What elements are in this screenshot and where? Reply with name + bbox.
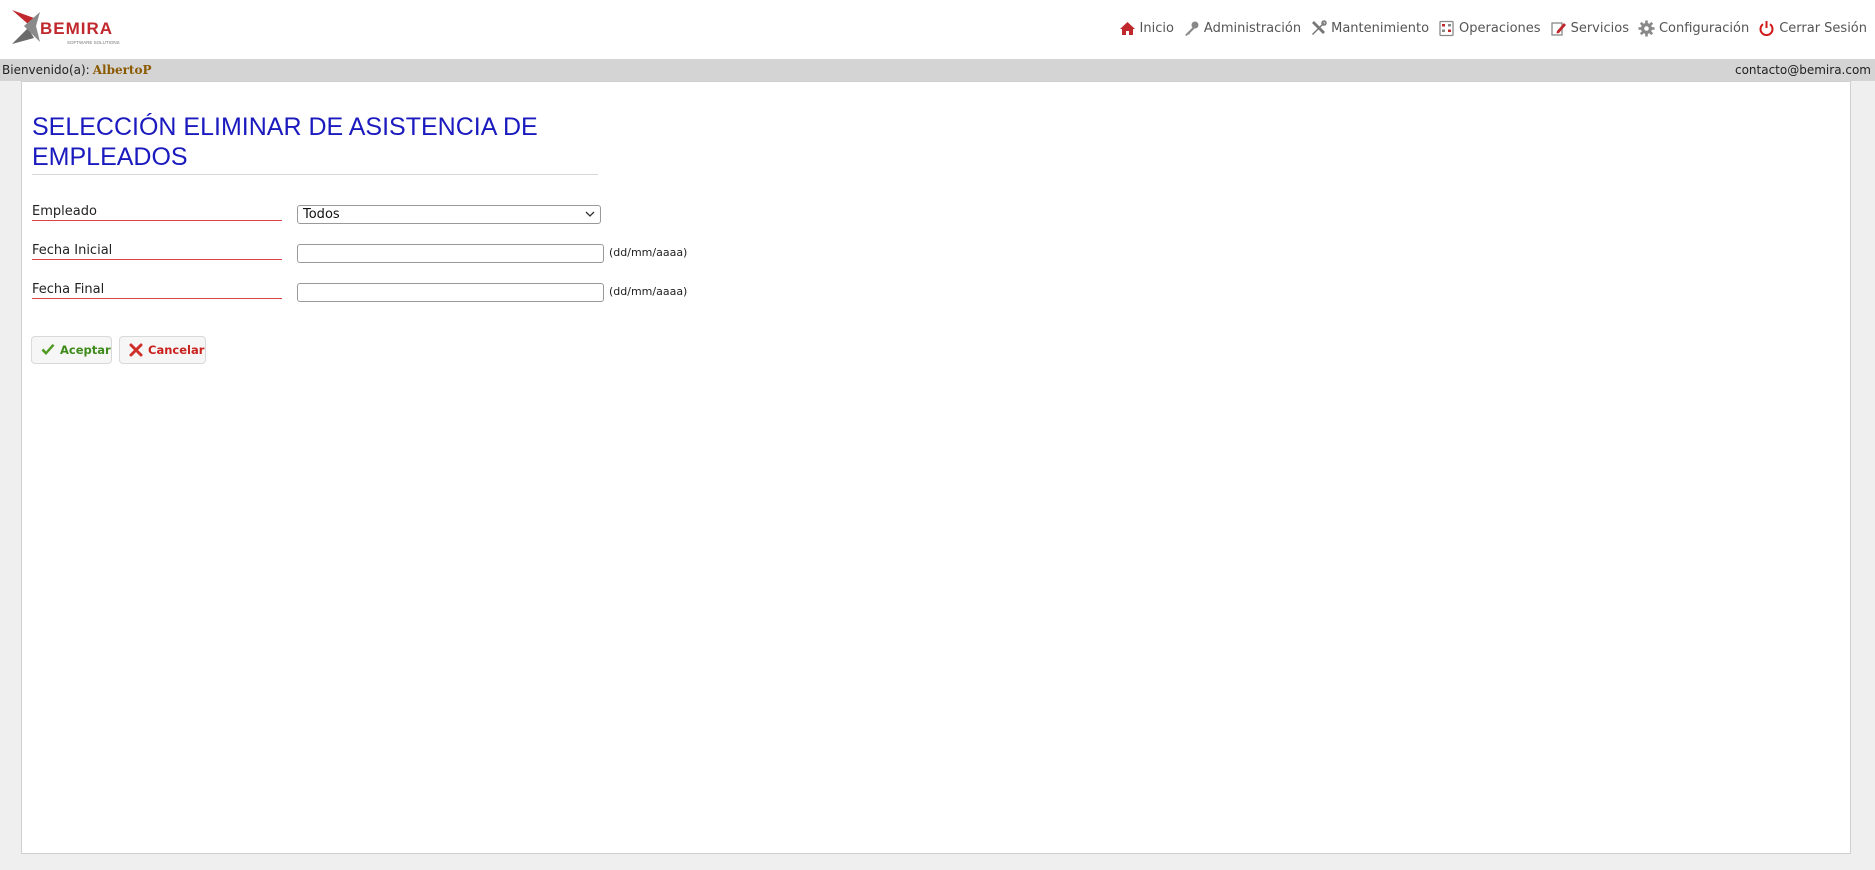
nav-operaciones-label: Operaciones — [1459, 20, 1541, 36]
empleado-select[interactable]: Todos — [297, 205, 601, 224]
main-panel: SELECCIÓN ELIMINAR DE ASISTENCIA DE EMPL… — [21, 81, 1851, 854]
nav-servicios[interactable]: Servicios — [1550, 20, 1629, 37]
top-bar: BEMIRA SOFTWARE SOLUTIONS Inicio Adminis… — [0, 0, 1875, 59]
contact-email: contacto@bemira.com — [1734, 63, 1871, 77]
svg-text:SOFTWARE SOLUTIONS: SOFTWARE SOLUTIONS — [67, 40, 120, 45]
main-nav: Inicio Administración Mantenimiento Oper… — [1110, 18, 1867, 38]
nav-mantenimiento-label: Mantenimiento — [1331, 20, 1430, 36]
welcome-message: Bienvenido(a): AlbertoP — [2, 63, 152, 77]
nav-inicio-label: Inicio — [1139, 20, 1174, 36]
fecha-inicial-label: Fecha Inicial — [32, 243, 282, 260]
tools-icon — [1310, 19, 1327, 37]
chevron-down-icon — [584, 208, 596, 220]
welcome-prefix: Bienvenido(a): — [2, 63, 90, 77]
nav-administracion[interactable]: Administración — [1183, 20, 1301, 37]
power-icon — [1758, 20, 1775, 37]
username: AlbertoP — [92, 63, 152, 77]
fecha-inicial-format-hint: (dd/mm/aaaa) — [609, 246, 688, 259]
nav-inicio[interactable]: Inicio — [1119, 20, 1174, 37]
nav-configuracion-label: Configuración — [1658, 20, 1750, 36]
nav-cerrar-sesion-label: Cerrar Sesión — [1779, 20, 1867, 36]
cancel-button-label: Cancelar — [148, 343, 205, 357]
key-icon — [1183, 20, 1200, 37]
svg-text:BEMIRA: BEMIRA — [40, 19, 113, 38]
gear-icon — [1638, 20, 1655, 37]
nav-configuracion[interactable]: Configuración — [1638, 20, 1749, 37]
nav-operaciones[interactable]: Operaciones — [1438, 20, 1541, 37]
fecha-inicial-input[interactable] — [297, 244, 604, 263]
cancel-button[interactable]: Cancelar — [119, 336, 206, 364]
calculator-icon — [1438, 20, 1455, 37]
nav-mantenimiento[interactable]: Mantenimiento — [1310, 19, 1430, 37]
nav-cerrar-sesion[interactable]: Cerrar Sesión — [1758, 20, 1867, 37]
page-title: SELECCIÓN ELIMINAR DE ASISTENCIA DE EMPL… — [32, 112, 598, 175]
close-icon — [128, 342, 144, 358]
accept-button-label: Aceptar — [60, 343, 111, 357]
fecha-final-input[interactable] — [297, 283, 604, 302]
bemira-logo[interactable]: BEMIRA SOFTWARE SOLUTIONS — [10, 8, 140, 50]
accept-button[interactable]: Aceptar — [31, 336, 112, 364]
empleado-label: Empleado — [32, 204, 282, 221]
nav-servicios-label: Servicios — [1570, 20, 1629, 36]
welcome-bar: Bienvenido(a): AlbertoP contacto@bemira.c… — [0, 59, 1875, 81]
empleado-select-value: Todos — [303, 207, 340, 222]
nav-administracion-label: Administración — [1203, 20, 1302, 36]
edit-icon — [1550, 20, 1567, 37]
check-icon — [40, 342, 56, 358]
fecha-final-format-hint: (dd/mm/aaaa) — [609, 285, 688, 298]
fecha-final-label: Fecha Final — [32, 282, 282, 299]
home-icon — [1119, 20, 1136, 37]
